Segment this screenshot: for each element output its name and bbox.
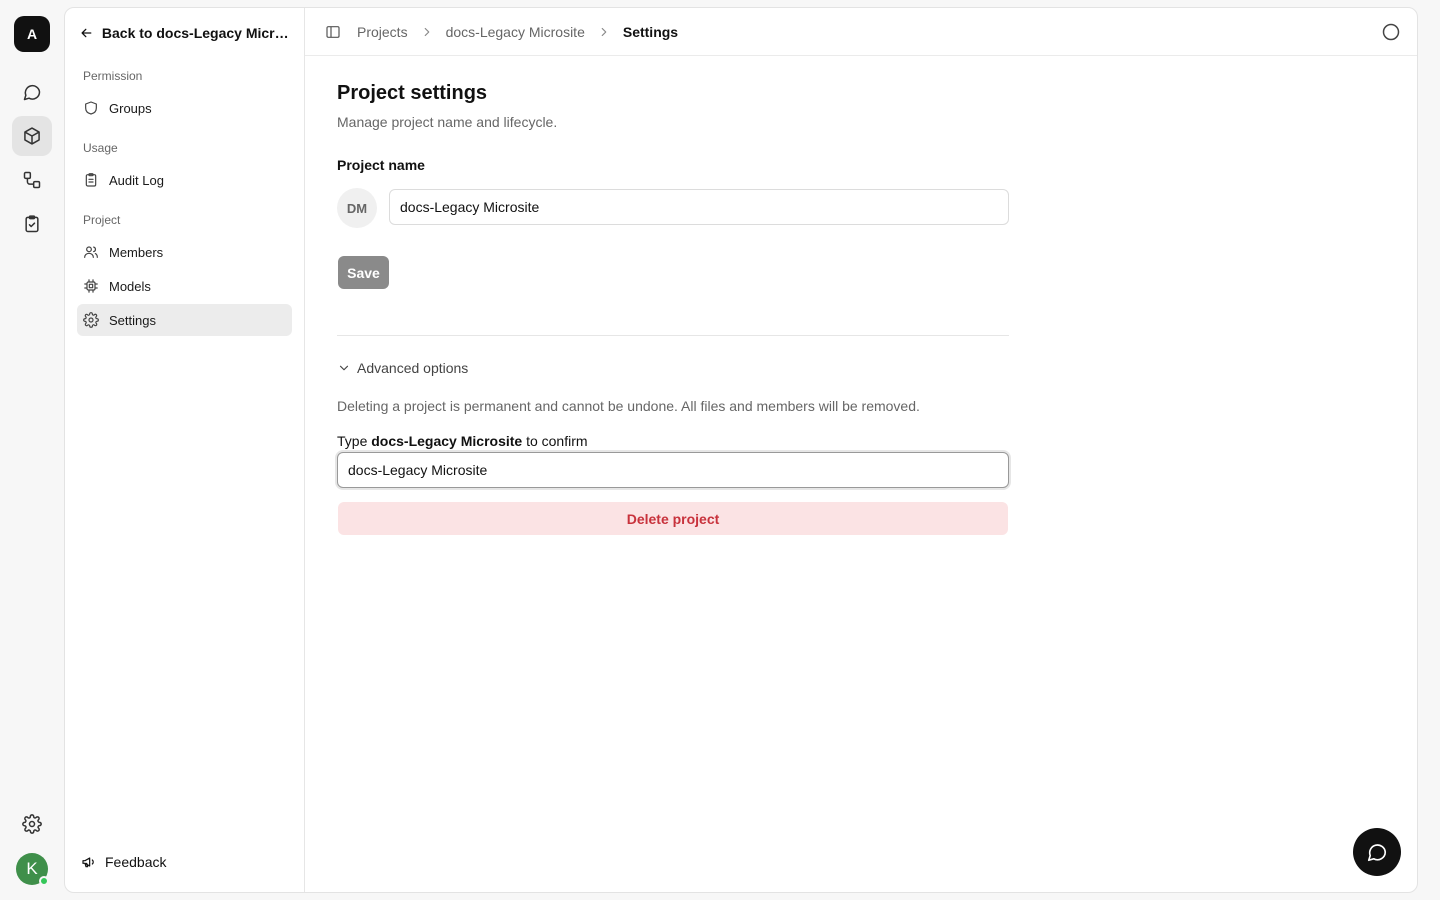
chat-fab-button[interactable] (1353, 828, 1401, 876)
sidebar-item-models[interactable]: Models (77, 270, 292, 302)
confirm-name-input[interactable] (337, 452, 1009, 488)
cube-icon (24, 127, 40, 145)
online-status-dot (39, 876, 49, 886)
workspace-logo[interactable]: A (14, 16, 50, 52)
back-link[interactable]: Back to docs-Legacy Microsite (79, 22, 293, 44)
breadcrumb-projects[interactable]: Projects (357, 24, 408, 40)
gear-icon (22, 814, 42, 834)
section-usage: Usage (83, 141, 118, 155)
delete-project-button[interactable]: Delete project (338, 502, 1008, 535)
project-avatar: DM (337, 188, 377, 228)
app-rail: A K (0, 0, 64, 900)
cpu-icon (84, 279, 98, 293)
gear-icon (83, 312, 99, 328)
delete-warning: Deleting a project is permanent and cann… (337, 398, 920, 414)
chat-icon (1367, 844, 1387, 862)
advanced-options-toggle[interactable]: Advanced options (337, 360, 468, 376)
user-avatar[interactable]: K (16, 853, 49, 886)
sidebar-item-groups[interactable]: Groups (77, 92, 292, 124)
save-button[interactable]: Save (338, 256, 389, 289)
breadcrumb-project[interactable]: docs-Legacy Microsite (446, 24, 585, 40)
megaphone-icon (82, 857, 94, 868)
sidebar-item-label: Settings (109, 312, 156, 328)
sidebar-toggle-icon (326, 26, 340, 38)
page-subtitle: Manage project name and lifecycle. (337, 114, 558, 130)
shield-icon (85, 101, 97, 115)
search-icon (1382, 23, 1400, 41)
chevron-right-icon (601, 27, 607, 37)
feedback-link[interactable]: Feedback (81, 851, 166, 873)
chevron-down-icon (339, 365, 349, 371)
top-bar: Projects docs-Legacy Microsite Settings (305, 8, 1417, 56)
avatar-initial: K (26, 859, 38, 878)
breadcrumb: Projects docs-Legacy Microsite Settings (357, 8, 678, 56)
sidebar-item-label: Audit Log (109, 172, 164, 188)
confirm-suffix: to confirm (522, 433, 588, 449)
advanced-options-label: Advanced options (357, 360, 469, 376)
clipboard-list-icon (85, 173, 97, 187)
rail-workflows-button[interactable] (12, 160, 52, 200)
sidebar-item-label: Groups (109, 100, 152, 116)
section-permission: Permission (83, 69, 143, 83)
chat-icon (23, 84, 41, 101)
page-title: Project settings (337, 82, 488, 104)
rail-chat-button[interactable] (12, 72, 52, 112)
project-name-input[interactable] (389, 189, 1009, 225)
sidebar-item-label: Members (109, 244, 164, 260)
chevron-right-icon (424, 27, 429, 37)
clipboard-check-icon (25, 215, 39, 233)
project-name-label: Project name (337, 157, 425, 173)
search-button[interactable] (1381, 22, 1401, 42)
sidebar-item-audit-log[interactable]: Audit Log (77, 164, 292, 196)
rail-tasks-button[interactable] (12, 204, 52, 244)
users-icon (84, 246, 98, 258)
project-sidebar: Back to docs-Legacy Microsite Permission… (65, 8, 305, 892)
breadcrumb-current: Settings (622, 24, 679, 40)
rail-projects-button[interactable] (12, 116, 52, 156)
sidebar-item-settings[interactable]: Settings (77, 304, 292, 336)
toggle-sidebar-button[interactable] (325, 24, 341, 40)
section-project: Project (83, 213, 121, 227)
confirm-label: Type docs-Legacy Microsite to confirm (337, 433, 588, 449)
confirm-prefix: Type (337, 433, 372, 449)
sidebar-item-label: Models (109, 278, 151, 294)
main-panel: Back to docs-Legacy Microsite Permission… (64, 7, 1418, 893)
back-link-label: Back to docs-Legacy Microsite (101, 25, 293, 41)
section-divider (337, 335, 1009, 336)
feedback-label: Feedback (105, 854, 167, 870)
confirm-project-name: docs-Legacy Microsite (371, 433, 523, 449)
arrow-left-icon (81, 28, 92, 38)
sidebar-item-members[interactable]: Members (77, 236, 292, 268)
workflow-icon (23, 171, 41, 189)
rail-settings-button[interactable] (12, 804, 52, 844)
